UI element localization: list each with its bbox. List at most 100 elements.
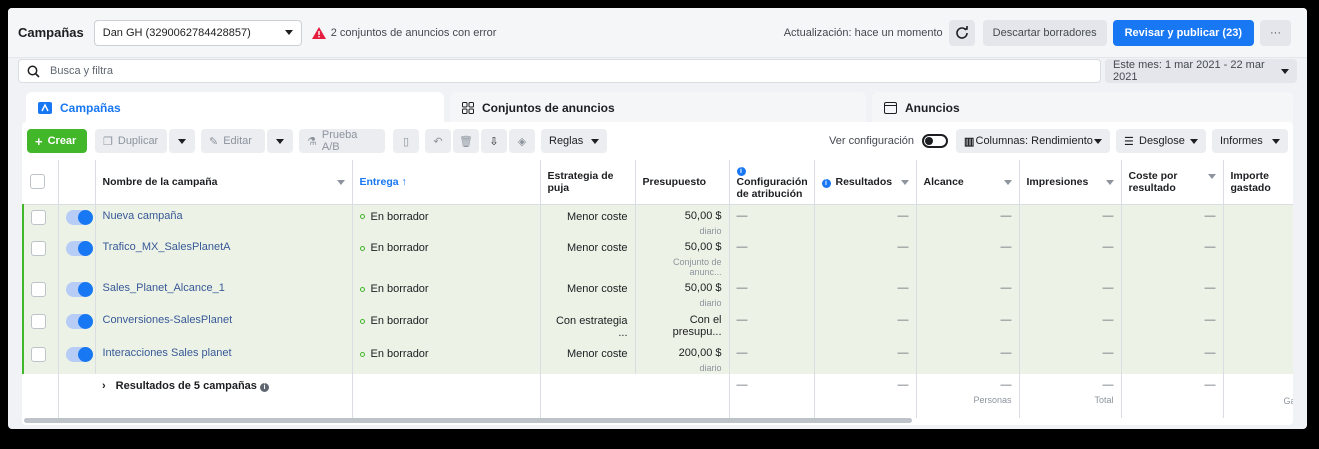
refresh-button[interactable]	[948, 19, 975, 46]
campaign-toggle[interactable]	[65, 282, 93, 297]
bid-strategy-cell: Menor coste	[540, 236, 636, 277]
review-publish-button[interactable]: Revisar y publicar (23)	[1112, 19, 1254, 46]
campaign-name-link[interactable]: Interacciones Sales planet	[103, 347, 232, 359]
budget-sub: diario	[699, 363, 722, 373]
reach-cell: —	[916, 342, 1020, 374]
date-range-picker[interactable]: Este mes: 1 mar 2021 - 22 mar 2021	[1105, 59, 1297, 83]
status-dot-icon	[359, 245, 365, 251]
status-dot-icon	[359, 318, 365, 324]
row-checkbox[interactable]	[31, 347, 46, 362]
chevron-down-icon	[1003, 179, 1012, 185]
breakdown-button[interactable]: ☰ Desglose	[1116, 129, 1206, 153]
summary-cell	[23, 374, 59, 418]
cost-cell: —	[1121, 342, 1224, 374]
ab-test-button[interactable]: ⚗ Prueba A/B	[299, 129, 385, 153]
toolbar: + Crear ❐ Duplicar ✎ Editar ⚗ Prueba A/B ▯ ↶…	[22, 122, 1293, 160]
campaign-name-cell: Sales_Planet_Alcance_1	[95, 277, 353, 309]
summary-cell	[58, 374, 95, 418]
warning-icon	[311, 26, 326, 39]
table-row[interactable]: Trafico_MX_SalesPlanetA En borrador Menor …	[22, 236, 1293, 277]
table-row[interactable]: Interacciones Sales planet En borrador Men…	[22, 342, 1293, 374]
clipboard-button[interactable]: ▯	[393, 129, 419, 153]
row-checkbox[interactable]	[31, 241, 46, 256]
edit-dropdown[interactable]	[267, 129, 293, 153]
bid-strategy-cell: Menor coste	[540, 342, 636, 374]
page-title: Campañas	[18, 25, 84, 40]
col-bid-strategy[interactable]: Estrategia de puja	[540, 160, 636, 205]
row-checkbox[interactable]	[31, 209, 46, 225]
campaign-toggle[interactable]	[65, 209, 93, 225]
campaign-name-link[interactable]: Trafico_MX_SalesPlanetA	[103, 241, 231, 253]
col-delivery[interactable]: Entrega ↑	[352, 160, 541, 205]
horizontal-scrollbar[interactable]	[24, 418, 912, 423]
reports-label: Informes	[1220, 135, 1263, 147]
pencil-icon: ✎	[209, 135, 219, 148]
columns-button[interactable]: ▥ Columnas: Rendimiento	[956, 129, 1110, 153]
col-budget[interactable]: Presupuesto	[635, 160, 730, 205]
chevron-down-icon	[276, 138, 284, 144]
summary-label: Resultados de 5 campañas	[115, 380, 257, 392]
campaign-name-link[interactable]: Nueva campaña	[103, 210, 183, 222]
campaign-name-link[interactable]: Sales_Planet_Alcance_1	[103, 282, 225, 294]
campaign-toggle[interactable]	[65, 314, 93, 329]
discard-drafts-button[interactable]: Descartar borradores	[982, 19, 1107, 46]
columns-label: Columnas: Rendimiento	[975, 135, 1093, 147]
col-bid-label: Estrategia de puja	[547, 169, 614, 194]
campaign-toggle[interactable]	[65, 241, 93, 256]
summary-row: › Resultados de 5 campañas i — — — Persona…	[23, 374, 1293, 418]
row-toggle-cell	[58, 342, 96, 374]
status-dot-icon	[359, 214, 365, 220]
results-cell: —	[814, 236, 917, 277]
undo-icon: ↶	[433, 135, 443, 148]
search-input[interactable]: Busca y filtra	[18, 59, 1101, 83]
campaign-name-cell: Interacciones Sales planet	[95, 342, 353, 374]
undo-button[interactable]: ↶	[425, 129, 451, 153]
preview-button[interactable]: ⇩	[481, 129, 507, 153]
summary-label-cell[interactable]: › Resultados de 5 campañas i	[95, 374, 353, 418]
table-row[interactable]: Nueva campaña En borrador Menor coste 50,00…	[22, 204, 1293, 236]
duplicate-label: Duplicar	[117, 135, 159, 147]
duplicate-dropdown[interactable]	[169, 129, 195, 153]
bid-strategy-cell: Con estrategia ...	[540, 309, 636, 342]
status-dot-icon	[359, 286, 365, 292]
col-name[interactable]: Nombre de la campaña	[95, 160, 353, 205]
tab-ads[interactable]: Anuncios	[872, 92, 1293, 124]
col-amount-spent[interactable]: Importe gastado	[1223, 160, 1293, 205]
tab-campaigns[interactable]: Campañas	[26, 92, 444, 124]
account-selector[interactable]: Dan GH (3290062784428857)	[93, 19, 302, 46]
tag-button[interactable]: ◈	[509, 129, 535, 153]
more-options-button[interactable]: ···	[1260, 19, 1291, 46]
table-row[interactable]: Sales_Planet_Alcance_1 En borrador Menor c…	[22, 277, 1293, 309]
campaign-name-link[interactable]: Conversiones-SalesPlanet	[103, 314, 233, 326]
edit-button[interactable]: ✎ Editar	[201, 129, 265, 153]
row-checkbox[interactable]	[31, 314, 46, 329]
create-button[interactable]: + Crear	[27, 129, 87, 153]
col-attribution[interactable]: i Configuración de atribución	[729, 160, 815, 205]
budget-sub: diario	[699, 298, 722, 308]
campaign-toggle[interactable]	[65, 347, 93, 362]
col-reach[interactable]: Alcance	[916, 160, 1020, 205]
table-row[interactable]: Conversiones-SalesPlanet En borrador Con e…	[22, 309, 1293, 342]
rules-button[interactable]: Reglas	[541, 129, 607, 153]
select-all-checkbox[interactable]	[30, 174, 45, 190]
create-label: Crear	[47, 135, 77, 147]
campaign-name-cell: Trafico_MX_SalesPlanetA	[95, 236, 353, 277]
ad-icon	[884, 102, 897, 114]
col-results[interactable]: i Resultados	[814, 160, 917, 205]
delete-button[interactable]: 🗑	[453, 129, 479, 153]
col-impressions[interactable]: Impresiones	[1019, 160, 1122, 205]
col-cost-per-result[interactable]: Coste por resultado	[1121, 160, 1224, 205]
duplicate-button[interactable]: ❐ Duplicar	[95, 129, 167, 153]
update-status: Actualización: hace un momento	[783, 26, 943, 39]
budget-cell: 50,00 $ diario	[635, 277, 730, 309]
tab-ad-sets[interactable]: Conjuntos de anuncios	[450, 92, 866, 124]
duplicate-icon: ❐	[103, 135, 113, 148]
row-checkbox[interactable]	[31, 282, 46, 297]
error-notice[interactable]: 2 conjuntos de anuncios con error	[311, 26, 496, 39]
bid-strategy-cell: Menor coste	[540, 204, 636, 236]
row-toggle-cell	[58, 236, 96, 277]
tab-label: Conjuntos de anuncios	[482, 101, 615, 115]
impressions-cell: —	[1019, 277, 1122, 309]
reports-button[interactable]: Informes	[1212, 129, 1288, 153]
view-config-toggle[interactable]	[922, 134, 948, 148]
